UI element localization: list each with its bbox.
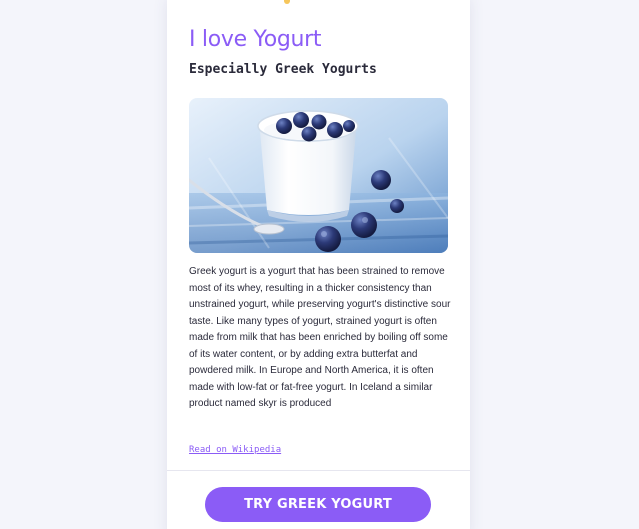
card-title: I love Yogurt bbox=[189, 27, 322, 52]
page: I love Yogurt Especially Greek Yogurts G… bbox=[0, 0, 639, 529]
card-subtitle: Especially Greek Yogurts bbox=[189, 62, 377, 77]
divider bbox=[167, 470, 470, 471]
yogurt-image bbox=[189, 98, 448, 253]
read-on-wikipedia-link[interactable]: Read on Wikipedia bbox=[189, 445, 281, 455]
yogurt-description: Greek yogurt is a yogurt that has been s… bbox=[189, 266, 451, 409]
try-greek-yogurt-button[interactable]: TRY GREEK YOGURT bbox=[205, 487, 431, 522]
